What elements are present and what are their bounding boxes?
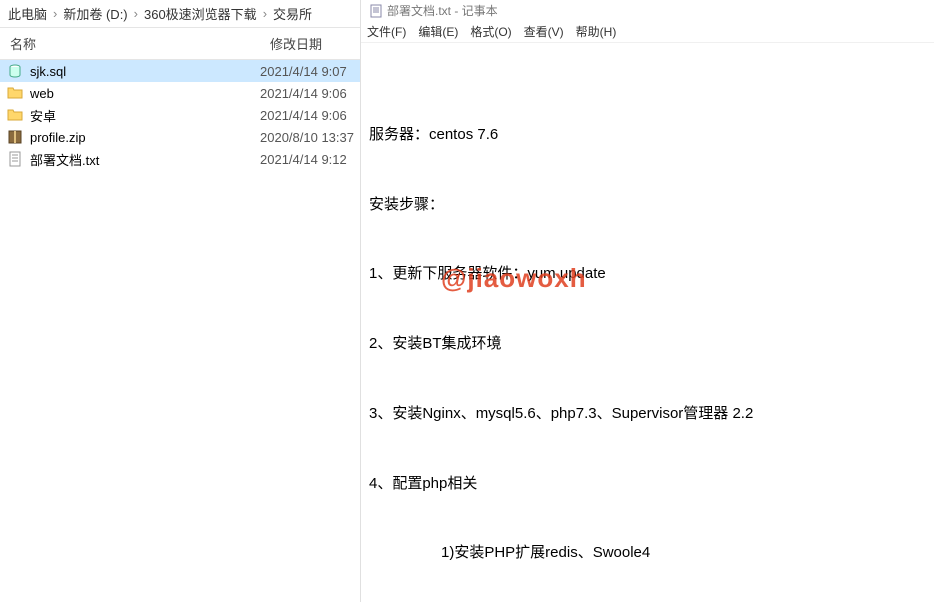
column-headers: 名称 修改日期 [0, 28, 360, 60]
notepad-titlebar: 部署文档.txt - 记事本 [361, 0, 934, 21]
file-row[interactable]: profile.zip2020/8/10 13:37 [0, 126, 360, 148]
breadcrumb-separator: › [134, 6, 138, 21]
breadcrumb: 此电脑 › 新加卷 (D:) › 360极速浏览器下载 › 交易所 [0, 0, 360, 28]
file-name: 部署文档.txt [30, 150, 260, 169]
menu-format[interactable]: 格式(O) [470, 23, 511, 40]
file-list: sjk.sql2021/4/14 9:07web2021/4/14 9:06安卓… [0, 60, 360, 602]
file-date: 2021/4/14 9:07 [260, 64, 354, 79]
menu-edit[interactable]: 编辑(E) [418, 23, 458, 40]
file-icon [6, 62, 24, 80]
text-line: 安装步骤： [369, 193, 926, 216]
file-name: 安卓 [30, 106, 260, 125]
breadcrumb-separator: › [263, 6, 267, 21]
notepad-window: 部署文档.txt - 记事本 文件(F) 编辑(E) 格式(O) 查看(V) 帮… [361, 0, 934, 602]
breadcrumb-item[interactable]: 360极速浏览器下载 [144, 4, 257, 23]
breadcrumb-item[interactable]: 新加卷 (D:) [63, 4, 127, 23]
file-explorer-pane: 此电脑 › 新加卷 (D:) › 360极速浏览器下载 › 交易所 名称 修改日… [0, 0, 361, 602]
column-header-date[interactable]: 修改日期 [260, 28, 360, 59]
file-row[interactable]: 安卓2021/4/14 9:06 [0, 104, 360, 126]
text-line: 2、安装BT集成环境 [369, 332, 926, 355]
breadcrumb-separator: › [53, 6, 57, 21]
file-name: sjk.sql [30, 64, 260, 79]
file-icon [6, 106, 24, 124]
file-icon [6, 128, 24, 146]
column-header-name[interactable]: 名称 [0, 28, 260, 59]
file-date: 2020/8/10 13:37 [260, 130, 354, 145]
notepad-icon [369, 4, 383, 18]
file-icon [6, 150, 24, 168]
notepad-title-text: 部署文档.txt - 记事本 [387, 2, 498, 19]
text-line: 1)安装PHP扩展redis、Swoole4 [369, 541, 926, 564]
file-date: 2021/4/14 9:12 [260, 152, 354, 167]
menu-help[interactable]: 帮助(H) [576, 23, 617, 40]
file-row[interactable]: web2021/4/14 9:06 [0, 82, 360, 104]
file-date: 2021/4/14 9:06 [260, 108, 354, 123]
file-name: web [30, 86, 260, 101]
menu-file[interactable]: 文件(F) [367, 23, 406, 40]
menu-view[interactable]: 查看(V) [524, 23, 564, 40]
text-line: 服务器：centos 7.6 [369, 123, 926, 146]
notepad-menubar: 文件(F) 编辑(E) 格式(O) 查看(V) 帮助(H) [361, 21, 934, 43]
text-line: 1、更新下服务器软件：yum update [369, 262, 926, 285]
file-date: 2021/4/14 9:06 [260, 86, 354, 101]
text-line: 4、配置php相关 [369, 472, 926, 495]
breadcrumb-item[interactable]: 此电脑 [8, 4, 47, 23]
file-row[interactable]: 部署文档.txt2021/4/14 9:12 [0, 148, 360, 170]
notepad-text-area[interactable]: @jiaowoxh 服务器：centos 7.6 安装步骤： 1、更新下服务器软… [361, 43, 934, 602]
file-row[interactable]: sjk.sql2021/4/14 9:07 [0, 60, 360, 82]
file-name: profile.zip [30, 130, 260, 145]
breadcrumb-item[interactable]: 交易所 [273, 4, 312, 23]
text-line: 3、安装Nginx、mysql5.6、php7.3、Supervisor管理器 … [369, 402, 926, 425]
file-icon [6, 84, 24, 102]
